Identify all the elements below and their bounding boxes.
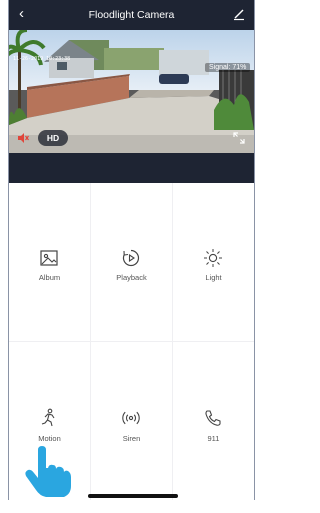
tap-hand-icon (25, 446, 71, 497)
siren-icon (122, 411, 140, 425)
album-label: Album (38, 273, 61, 282)
quality-toggle[interactable]: HD (38, 130, 68, 146)
app-frame: ‹ Floodlight Camera 11-26-2019 10:23:38 … (8, 0, 255, 500)
playback-label: Playback (116, 273, 147, 282)
header: ‹ Floodlight Camera (9, 0, 254, 30)
siren-button[interactable]: Siren (91, 342, 172, 500)
motion-label: Motion (38, 434, 61, 443)
video-footer-strip (9, 153, 254, 183)
light-button[interactable]: Light (173, 183, 254, 341)
video-timestamp: 11-26-2019 10:23:38 (13, 56, 71, 62)
light-icon (204, 249, 222, 267)
playback-icon (122, 249, 140, 267)
motion-icon (41, 408, 55, 427)
phone-icon (205, 410, 221, 426)
call-911-button[interactable]: 911 (173, 342, 254, 500)
light-label: Light (205, 273, 222, 282)
home-indicator[interactable] (88, 494, 178, 498)
speaker-muted-icon[interactable] (17, 132, 29, 144)
album-button[interactable]: Album (9, 183, 90, 341)
signal-indicator: Signal: 71% (205, 63, 251, 72)
siren-label: Siren (122, 434, 141, 443)
pencil-icon[interactable] (232, 7, 246, 21)
page-title: Floodlight Camera (88, 9, 175, 21)
fullscreen-icon[interactable] (233, 132, 245, 144)
call-911-label: 911 (207, 434, 220, 443)
playback-button[interactable]: Playback (91, 183, 172, 341)
album-icon (40, 250, 58, 266)
